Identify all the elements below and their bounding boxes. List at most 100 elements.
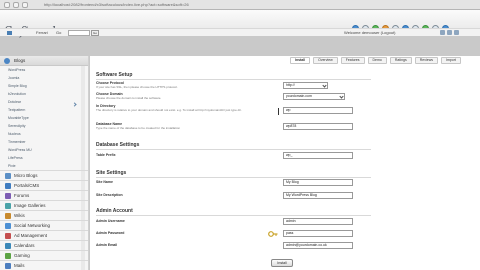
sidebar-category[interactable]: Calendars — [0, 240, 88, 250]
sidebar-item[interactable]: Simple Blog — [8, 82, 27, 90]
field-help: If your site has SSL, then please choose… — [96, 85, 178, 89]
table-prefix-input[interactable]: wp_ — [283, 152, 353, 159]
field-help: Type the name of the database to be crea… — [96, 126, 181, 130]
site-description-input[interactable]: My WordPress Blog — [283, 192, 353, 199]
sidebar-category-blogs[interactable]: Blogs — [0, 56, 88, 66]
divider — [96, 79, 371, 80]
wikis-icon — [5, 213, 11, 219]
field-help: Please choose the domain to install the … — [96, 96, 162, 100]
sidebar-item[interactable]: WordPress MU — [8, 146, 32, 154]
field-label: Table Prefix — [96, 153, 116, 157]
tab-overview[interactable]: Overview — [313, 57, 338, 64]
portals-icon — [5, 183, 11, 189]
domain-value: yourdomain.com — [286, 94, 312, 98]
mails-icon — [5, 263, 11, 269]
welcome-text: Welcome demouser (Logout) — [344, 30, 396, 35]
tab-demo[interactable]: Demo — [367, 57, 387, 64]
site-name-input[interactable]: My Blog — [283, 179, 353, 186]
sidebar-item[interactable]: Tinmember — [8, 138, 26, 146]
protocol-value: http:// — [286, 83, 295, 87]
tab-reviews[interactable]: Reviews — [414, 57, 438, 64]
sidebar-category[interactable]: Mails — [0, 260, 88, 270]
tab-import[interactable]: Import — [440, 57, 461, 64]
sidebar-category[interactable]: Forums — [0, 190, 88, 200]
field-help: The directory is relative to your domain… — [96, 108, 242, 112]
browser-toolbar: http://localhost:2082/frontend/x3/softac… — [0, 0, 480, 10]
sidebar-category[interactable]: Portals/CMS — [0, 180, 88, 190]
gaming-icon — [5, 253, 11, 259]
admin-username-input[interactable]: admin — [283, 218, 353, 225]
mini-icon-bar — [440, 30, 459, 35]
logout-icon[interactable] — [454, 30, 459, 35]
divider — [96, 215, 371, 216]
section-title: Site Settings — [96, 170, 127, 176]
database-name-input[interactable]: wp878 — [283, 123, 353, 130]
goto-select[interactable] — [68, 30, 90, 36]
admin-password-input[interactable]: pass — [283, 230, 353, 237]
install-button[interactable]: Install — [271, 259, 293, 267]
directory-input[interactable]: wp — [283, 107, 353, 114]
sidebar-category-label: Portals/CMS — [14, 183, 40, 188]
sidebar-category[interactable]: Micro Blogs — [0, 170, 88, 180]
field-label: Admin Username — [96, 219, 125, 223]
tab-install[interactable]: Install — [290, 57, 311, 64]
back-icon[interactable] — [4, 2, 10, 8]
sidebar-item[interactable]: LifePress — [8, 154, 23, 162]
field-label: Site Name — [96, 180, 113, 184]
forums-icon — [5, 193, 11, 199]
field-label: Admin Email — [96, 243, 118, 247]
sidebar-item[interactable]: Dotclear — [8, 98, 21, 106]
divider — [96, 149, 371, 150]
help-icon[interactable] — [440, 30, 445, 35]
sidebar-category[interactable]: Gaming — [0, 250, 88, 260]
chevron-right-icon — [72, 102, 77, 107]
section-title: Software Setup — [96, 72, 133, 78]
tab-features[interactable]: Features — [340, 57, 365, 64]
sidebar-category-label: Blogs — [14, 58, 26, 63]
image-galleries-icon — [5, 203, 11, 209]
sidebar-category-label: Mails — [14, 263, 25, 268]
go-button[interactable]: Go — [91, 30, 99, 36]
reload-icon[interactable] — [22, 2, 28, 8]
blogs-icon — [4, 58, 10, 64]
forward-icon[interactable] — [13, 2, 19, 8]
sidebar-item[interactable]: WordPress — [8, 66, 25, 74]
sidebar-item[interactable]: b2evolution — [8, 90, 26, 98]
home-icon[interactable] — [7, 31, 12, 35]
domain-select[interactable]: yourdomain.com — [283, 93, 345, 100]
email-icon[interactable] — [447, 30, 452, 35]
address-bar[interactable]: http://localhost:2082/frontend/x3/softac… — [44, 2, 344, 8]
calendars-icon — [5, 243, 11, 249]
sidebar-category-label: Forums — [14, 193, 30, 198]
tab-bar: Install Overview Features Demo Ratings R… — [290, 57, 461, 64]
user-label: Ferrari — [36, 30, 48, 35]
sidebar-category-label: Image Galleries — [14, 203, 46, 208]
sidebar-category-label: Ad Management — [14, 233, 48, 238]
sidebar-category-label: Social Networking — [14, 223, 51, 228]
chevron-down-icon — [322, 83, 327, 88]
social-networking-icon — [5, 223, 11, 229]
ad-management-icon — [5, 233, 11, 239]
sidebar-item[interactable]: Pixie — [8, 162, 16, 170]
sidebar-item[interactable]: MovableType — [8, 114, 29, 122]
sidebar-category[interactable]: Wikis — [0, 210, 88, 220]
sidebar-item[interactable]: Textpattern — [8, 106, 25, 114]
sidebar-item[interactable]: Nucleus — [8, 130, 21, 138]
sidebar-category[interactable]: Image Galleries — [0, 200, 88, 210]
sidebar-category-label: Wikis — [14, 213, 25, 218]
goto-label: Go — [56, 30, 62, 35]
sidebar-category[interactable]: Ad Management — [0, 230, 88, 240]
tab-ratings[interactable]: Ratings — [389, 57, 412, 64]
main-panel: Install Overview Features Demo Ratings R… — [90, 56, 480, 270]
micro-blogs-icon — [5, 173, 11, 179]
protocol-select[interactable]: http:// — [283, 82, 328, 89]
sidebar-category[interactable]: Social Networking — [0, 220, 88, 230]
sidebar-item[interactable]: Joomla — [8, 74, 19, 82]
field-label: Admin Password — [96, 231, 125, 235]
key-icon[interactable] — [268, 230, 278, 238]
sidebar-item[interactable]: Serendipity — [8, 122, 26, 130]
sidebar-category-label: Gaming — [14, 253, 30, 258]
chevron-down-icon — [339, 94, 344, 99]
section-title: Admin Account — [96, 208, 133, 214]
admin-email-input[interactable]: admin@yourdomain.co.uk — [283, 242, 353, 249]
